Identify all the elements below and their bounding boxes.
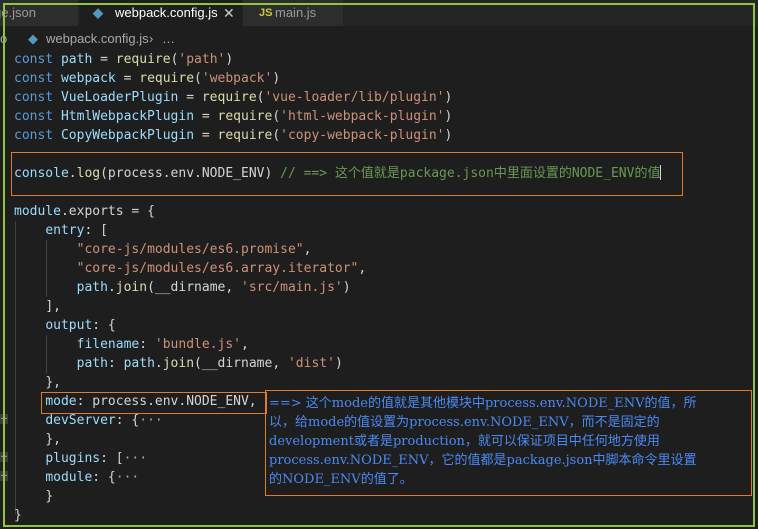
code-line: entry: [ (45, 223, 108, 238)
tab-webpack-config[interactable]: ◆ webpack.config.js ✕ (79, 0, 242, 26)
tab-label: ge.json (0, 5, 36, 20)
note-line: ==> 这个mode的值就是其他模块中process.env.NODE_ENV的… (269, 396, 697, 411)
note-line: 以，给mode的值设置为process.env.NODE_ENV，而不是固定的 (269, 415, 660, 430)
note-line: 的NODE_ENV的值了。 (269, 472, 413, 487)
tab-label: webpack.config.js (115, 5, 218, 20)
tab-main-js[interactable]: JS main.js (243, 0, 343, 26)
mode-highlight-box (41, 392, 267, 414)
tab-label: main.js (275, 5, 317, 20)
js-file-icon: JS (259, 7, 273, 19)
code-line: path: path.join(__dirname, 'dist') (76, 356, 343, 371)
breadcrumb-root[interactable]: o (0, 28, 7, 50)
code-line: const CopyWebpackPlugin = require('copy-… (14, 128, 453, 143)
editor-window: ge.json ◆ webpack.config.js ✕ JS main.js… (0, 0, 758, 529)
note-line: process.env.NODE_ENV，它的值都是package.json中脚… (269, 453, 697, 468)
code-line: } (14, 508, 22, 523)
code-line: const webpack = require('webpack') (14, 71, 281, 86)
code-line: path.join(__dirname, 'src/main.js') (76, 280, 351, 295)
code-line: output: { (45, 318, 116, 333)
fold-expand-icon[interactable]: + (0, 471, 8, 481)
fold-expand-icon[interactable]: + (0, 452, 8, 462)
webpack-file-icon: ◆ (28, 31, 38, 46)
annotation-note: ==> 这个mode的值就是其他模块中process.env.NODE_ENV的… (269, 394, 749, 489)
tab-package-json[interactable]: ge.json (0, 0, 78, 26)
code-line: "core-js/modules/es6.promise", (76, 242, 312, 257)
console-log-highlight-box (11, 152, 683, 196)
breadcrumb-separator: › (149, 31, 154, 46)
webpack-file-icon: ◆ (93, 5, 103, 20)
breadcrumb-more[interactable]: … (162, 28, 175, 50)
breadcrumb-file[interactable]: webpack.config.js (46, 28, 149, 50)
code-line: const VueLoaderPlugin = require('vue-loa… (14, 90, 453, 105)
close-icon[interactable]: ✕ (223, 0, 235, 26)
code-line: const path = require('path') (14, 52, 234, 67)
code-line: filename: 'bundle.js', (76, 337, 249, 352)
code-line: "core-js/modules/es6.array.iterator", (76, 261, 367, 276)
note-line: development或者是production，就可以保证项目中任何地方使用 (269, 434, 660, 449)
code-line: const HtmlWebpackPlugin = require('html-… (14, 109, 453, 124)
code-line: module.exports = { (14, 204, 155, 219)
fold-expand-icon[interactable]: + (0, 414, 8, 424)
code-line: ], (45, 299, 61, 314)
tab-bar: ge.json ◆ webpack.config.js ✕ JS main.js (0, 0, 758, 26)
